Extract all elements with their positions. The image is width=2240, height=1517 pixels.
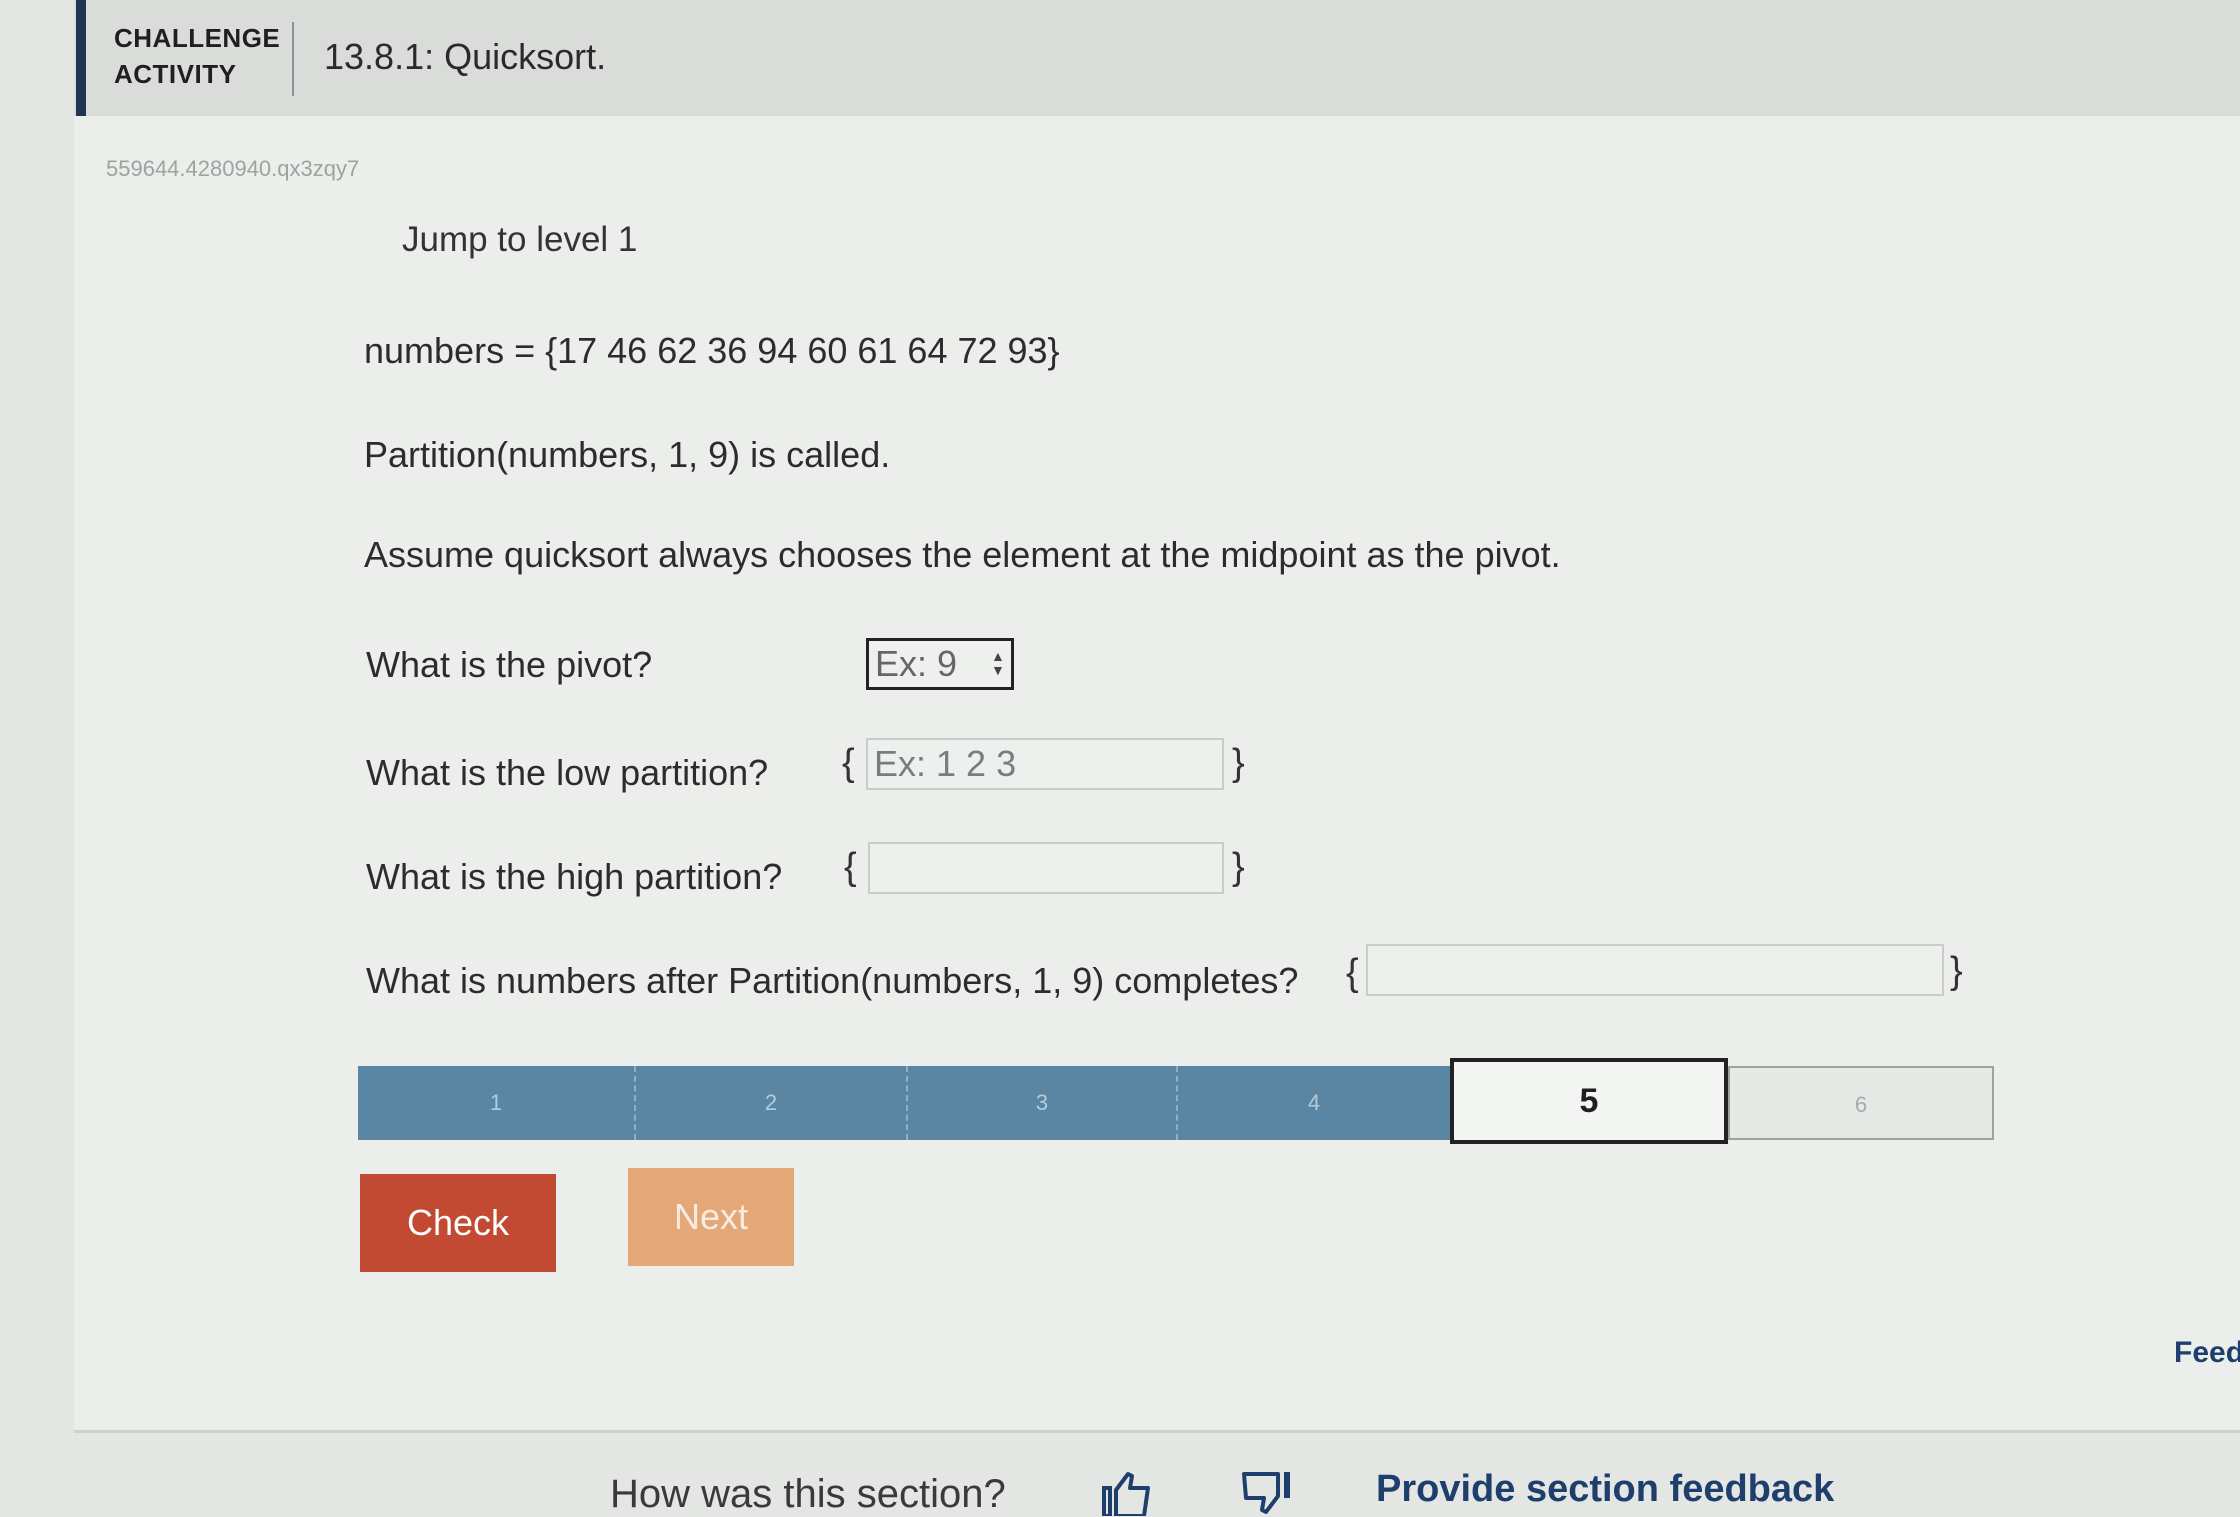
spinner-arrows-icon[interactable]: ▲ ▼ (991, 649, 1005, 679)
low-close-brace: } (1232, 742, 1245, 784)
level-3-segment[interactable]: 3 (908, 1066, 1178, 1140)
high-partition-question-label: What is the high partition? (366, 856, 783, 897)
level-progress-bar: 1 2 3 4 5 6 (358, 1058, 1994, 1146)
thumbs-up-icon[interactable] (1100, 1470, 1160, 1516)
high-open-brace: { (844, 846, 857, 888)
thumbs-down-icon[interactable] (1238, 1470, 1298, 1516)
high-close-brace: } (1232, 846, 1245, 888)
after-partition-question-label: What is numbers after Partition(numbers,… (366, 960, 1299, 1001)
check-button[interactable]: Check (360, 1174, 556, 1272)
activity-title: 13.8.1: Quicksort. (324, 36, 607, 77)
low-partition-input[interactable] (866, 738, 1224, 790)
numbers-line: numbers = {17 46 62 36 94 60 61 64 72 93… (364, 330, 1060, 371)
feedback-side-tab[interactable]: Feed (2174, 1336, 2240, 1370)
provide-feedback-link[interactable]: Provide section feedback (1376, 1468, 1834, 1511)
level-6-segment[interactable]: 6 (1728, 1066, 1994, 1140)
header-accent-bar (76, 0, 86, 116)
pivot-question-label: What is the pivot? (366, 644, 653, 685)
activity-id: 559644.4280940.qx3zqy7 (106, 156, 360, 181)
pivot-input[interactable] (871, 641, 989, 687)
high-partition-input[interactable] (868, 842, 1224, 894)
jump-to-level-label: Jump to level 1 (402, 220, 638, 259)
level-5-segment[interactable]: 5 (1450, 1058, 1728, 1144)
activity-type-label: CHALLENGE ACTIVITY (114, 23, 281, 89)
low-open-brace: { (842, 742, 855, 784)
after-open-brace: { (1346, 952, 1359, 994)
after-partition-input[interactable] (1366, 944, 1944, 996)
pivot-stepper[interactable]: ▲▼ (866, 638, 1014, 690)
level-1-segment[interactable]: 1 (358, 1066, 636, 1140)
level-4-segment[interactable]: 4 (1178, 1066, 1450, 1140)
section-feedback-question: How was this section? (610, 1472, 1006, 1516)
pivot-assumption-line: Assume quicksort always chooses the elem… (364, 534, 1561, 575)
next-button[interactable]: Next (628, 1168, 794, 1266)
header-divider (292, 22, 294, 96)
level-2-segment[interactable]: 2 (636, 1066, 908, 1140)
partition-call-line: Partition(numbers, 1, 9) is called. (364, 434, 891, 475)
low-partition-question-label: What is the low partition? (366, 752, 769, 793)
after-close-brace: } (1950, 950, 1963, 992)
